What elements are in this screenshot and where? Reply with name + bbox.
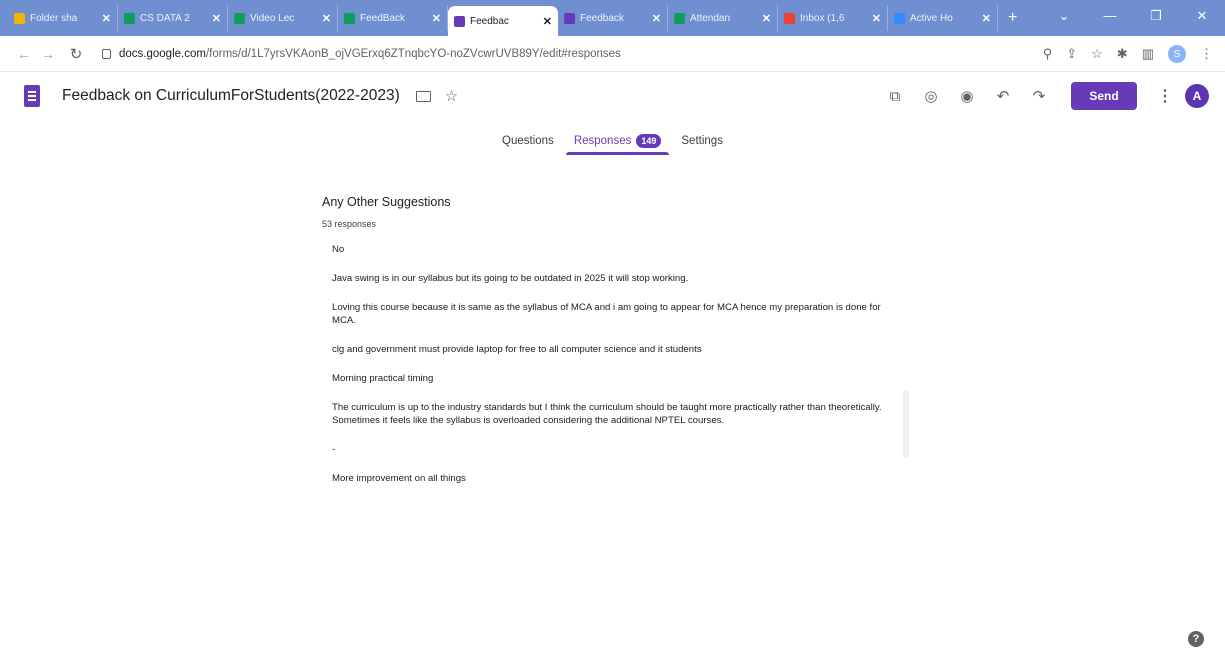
window-controls: ⌄ — ❐ ✕ [1041,0,1225,36]
browser-tab-label: Active Ho [910,12,953,24]
tab-favicon-icon [674,12,685,24]
side-panel-icon[interactable]: ▥ [1142,46,1154,62]
account-avatar[interactable]: A [1185,84,1209,108]
restore-button[interactable]: ❐ [1133,0,1179,36]
close-tab-icon[interactable]: ✕ [212,12,221,25]
browser-tab[interactable]: FeedBack ✕ [338,5,448,31]
close-window-button[interactable]: ✕ [1179,0,1225,36]
answer-list-scrollbar[interactable] [903,390,909,458]
add-ons-icon[interactable]: ⧉ [877,88,913,105]
browser-tab[interactable]: CS DATA 2 ✕ [118,5,228,31]
response-answer: The curriculum is up to the industry sta… [332,402,882,426]
response-answer: More improvement on all things [332,473,466,484]
tab-favicon-icon [784,12,795,24]
close-tab-icon[interactable]: ✕ [432,12,441,25]
form-tabs: Questions Responses 149 Settings [0,127,1225,155]
form-toolbar: ⧉ ◎ ◉ ↶ ↷ Send ⋮ A [877,73,1209,119]
address-bar-actions: ⚲ ⇪ ☆ ✱ ▥ S ⋮ [1043,36,1213,72]
tab-questions[interactable]: Questions [492,127,564,155]
forward-icon[interactable]: → [36,46,60,62]
tab-favicon-icon [124,12,135,24]
url-field[interactable]: docs.google.com /forms/d/1L7yrsVKAonB_oj… [102,48,621,60]
browser-tab-label: CS DATA 2 [140,12,190,24]
browser-tab[interactable]: Feedback ✕ [558,5,668,31]
browser-tab[interactable]: Video Lec ✕ [228,5,338,31]
form-title[interactable]: Feedback on CurriculumForStudents(2022-2… [62,87,400,105]
google-forms-icon[interactable] [24,85,40,107]
tab-favicon-icon [344,12,355,24]
forms-header: Feedback on CurriculumForStudents(2022-2… [0,73,1225,119]
tab-responses[interactable]: Responses 149 [564,127,672,155]
tab-favicon-icon [14,12,25,24]
browser-profile-avatar[interactable]: S [1168,45,1186,63]
close-tab-icon[interactable]: ✕ [322,12,331,25]
customize-theme-icon[interactable]: ◎ [913,87,949,105]
lock-icon [102,48,111,59]
url-path: /forms/d/1L7yrsVKAonB_ojVGErxq6ZTnqbcYO-… [205,47,621,60]
close-tab-icon[interactable]: ✕ [982,12,991,25]
response-answer: clg and government must provide laptop f… [332,344,702,355]
responses-count-badge: 149 [636,134,662,148]
zoom-search-icon[interactable]: ⚲ [1043,46,1053,62]
tab-favicon-icon [894,12,905,24]
tab-settings[interactable]: Settings [671,127,733,155]
response-answer: Java swing is in our syllabus but its go… [332,273,689,284]
send-button[interactable]: Send [1071,82,1137,110]
browser-tab-strip: Folder sha ✕ CS DATA 2 ✕ Video Lec ✕ FeedBack ✕… [0,0,1225,36]
browser-tabs: Folder sha ✕ CS DATA 2 ✕ Video Lec ✕ FeedBack ✕… [8,0,998,36]
undo-icon[interactable]: ↶ [985,87,1021,105]
answer-list: No Java swing is in our syllabus but its … [322,243,902,485]
question-title: Any Other Suggestions [322,195,451,209]
close-tab-icon[interactable]: ✕ [543,15,552,28]
extensions-icon[interactable]: ✱ [1117,46,1128,62]
share-icon[interactable]: ⇪ [1066,46,1077,62]
help-icon[interactable]: ? [1188,631,1204,647]
browser-tab-label: Attendan [690,12,731,24]
tab-favicon-icon [234,12,245,24]
browser-tab[interactable]: Folder sha ✕ [8,5,118,31]
browser-tab-label: FeedBack [360,12,406,24]
bookmark-star-icon[interactable]: ☆ [1091,46,1103,62]
new-tab-button[interactable]: + [998,9,1027,27]
browser-tab-label: Video Lec [250,12,295,24]
response-count: 53 responses [322,219,377,229]
close-tab-icon[interactable]: ✕ [872,12,881,25]
redo-icon[interactable]: ↷ [1021,87,1057,105]
back-icon[interactable]: ← [12,46,36,62]
preview-eye-icon[interactable]: ◉ [949,87,985,105]
tab-favicon-icon [564,12,575,24]
question-response-card: Any Other Suggestions 53 responses No Jav… [322,195,902,501]
address-bar: ← → ↻ docs.google.com /forms/d/1L7yrsVKA… [0,36,1225,72]
response-answer: No [332,244,345,255]
tab-favicon-icon [454,15,465,27]
tab-search-icon[interactable]: ⌄ [1041,0,1087,36]
close-tab-icon[interactable]: ✕ [762,12,771,25]
browser-tab[interactable]: Feedbac ✕ [448,6,558,36]
move-to-folder-icon[interactable] [415,90,431,102]
more-options-icon[interactable]: ⋮ [1157,86,1173,106]
browser-tab[interactable]: Attendan ✕ [668,5,778,31]
response-answer: Loving this course because it is same as… [332,302,881,326]
browser-tab-label: Inbox (1,6 [800,12,845,24]
response-answer: Morning practical timing [332,373,434,384]
close-tab-icon[interactable]: ✕ [102,12,111,25]
minimize-button[interactable]: — [1087,0,1133,36]
browser-tab[interactable]: Active Ho ✕ [888,5,998,31]
url-host: docs.google.com [119,47,206,60]
close-tab-icon[interactable]: ✕ [652,12,661,25]
browser-menu-icon[interactable]: ⋮ [1200,46,1213,62]
reload-icon[interactable]: ↻ [64,45,88,63]
star-icon[interactable]: ☆ [445,87,458,105]
browser-tab-label: Folder sha [30,12,78,24]
browser-tab-label: Feedbac [470,15,509,27]
browser-tab[interactable]: Inbox (1,6 ✕ [778,5,888,31]
browser-tab-label: Feedback [580,12,624,24]
tab-responses-label: Responses [573,135,632,147]
response-answer: - [332,444,336,455]
